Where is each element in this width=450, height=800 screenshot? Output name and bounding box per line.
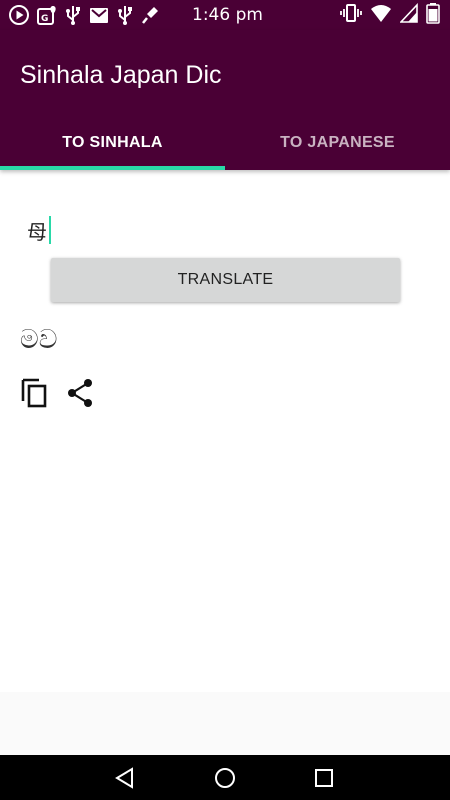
mic-off-icon (140, 4, 162, 26)
recents-icon[interactable] (309, 763, 339, 793)
back-icon[interactable] (110, 763, 140, 793)
tab-to-sinhala[interactable]: TO SINHALA (0, 115, 225, 170)
notification-icons: G (8, 4, 162, 26)
gmail-icon (88, 4, 110, 26)
signal-icon (399, 2, 418, 27)
word-input[interactable]: 母 (27, 215, 51, 245)
app-bar: Sinhala Japan Dic TO SINHALA TO JAPANESE (0, 30, 450, 170)
status-bar: G 1:46 pm (0, 0, 450, 30)
usb-icon (64, 4, 82, 26)
bottom-area (0, 692, 450, 755)
maps-icon: G (36, 4, 58, 26)
text-cursor (49, 216, 51, 244)
system-icons (340, 2, 440, 28)
tab-indicator (0, 166, 225, 170)
vibrate-icon (340, 2, 362, 28)
wifi-icon (370, 3, 392, 27)
word-input-value[interactable]: 母 (27, 216, 47, 245)
battery-icon (426, 2, 440, 28)
share-icon[interactable] (66, 378, 96, 408)
app-title: Sinhala Japan Dic (20, 61, 222, 89)
tab-to-japanese[interactable]: TO JAPANESE (225, 115, 450, 170)
usb-icon (116, 4, 134, 26)
navigation-bar (0, 755, 450, 800)
translate-button[interactable]: TRANSLATE (51, 258, 400, 302)
status-time: 1:46 pm (192, 5, 263, 25)
home-icon[interactable] (210, 763, 240, 793)
svg-text:G: G (41, 14, 48, 24)
copy-icon[interactable] (20, 377, 50, 409)
translation-result: මව (20, 325, 58, 355)
play-store-icon (8, 4, 30, 26)
